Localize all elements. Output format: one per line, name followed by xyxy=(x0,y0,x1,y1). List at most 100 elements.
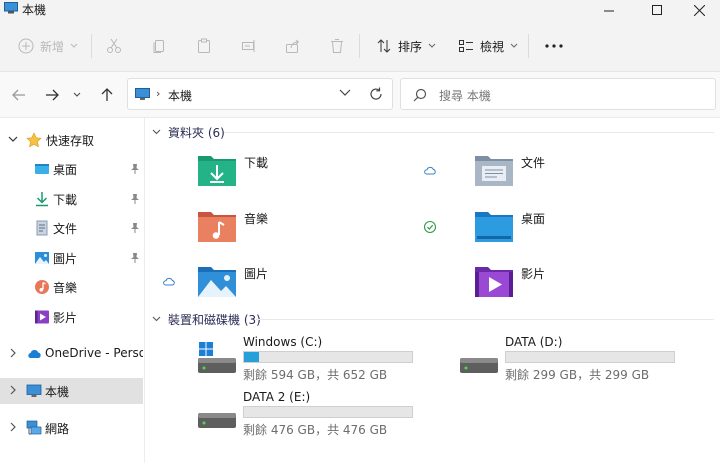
sidebar-item-label: 網路 xyxy=(45,422,70,436)
arrow-right-icon xyxy=(46,89,59,101)
pin-icon[interactable] xyxy=(130,163,140,175)
more-options-button[interactable] xyxy=(545,34,563,58)
sidebar-item-videos[interactable]: 影片 xyxy=(0,304,143,330)
close-button[interactable] xyxy=(676,0,720,20)
search-icon xyxy=(413,88,427,102)
documents-folder-icon xyxy=(475,156,513,186)
trash-icon xyxy=(331,39,343,53)
title-bar: 本機 xyxy=(0,0,720,20)
folders-group-header[interactable]: 資料夾 (6) xyxy=(152,124,225,140)
sidebar-item-music[interactable]: 音樂 xyxy=(0,274,143,300)
chevron-down-icon[interactable] xyxy=(339,89,351,97)
desktop-folder-icon xyxy=(475,212,513,242)
download-folder-icon xyxy=(198,156,236,186)
content-area: 資料夾 (6) 下載 文件 音樂 桌面 圖片 影片 裝置和磁碟機 (3) Win… xyxy=(146,118,720,463)
folder-name: 影片 xyxy=(521,267,546,281)
close-icon xyxy=(693,4,705,16)
document-icon xyxy=(36,220,48,236)
search-input[interactable]: 搜尋 本機 xyxy=(439,87,491,104)
storage-bar-fill xyxy=(244,352,260,362)
sidebar-item-label: 圖片 xyxy=(53,252,78,266)
picture-icon xyxy=(35,252,49,264)
share-button[interactable] xyxy=(285,34,301,58)
pictures-folder-icon xyxy=(198,267,236,297)
cut-button[interactable] xyxy=(106,34,122,58)
separator xyxy=(528,34,529,58)
chevron-right-icon[interactable] xyxy=(8,422,18,432)
sidebar-item-pictures[interactable]: 圖片 xyxy=(0,245,143,271)
sidebar-item-label: 音樂 xyxy=(53,281,78,295)
chevron-down-icon xyxy=(152,129,161,135)
sort-button[interactable]: 排序 xyxy=(376,34,436,58)
copy-button[interactable] xyxy=(151,34,167,58)
folder-tile-desktop[interactable]: 桌面 xyxy=(423,206,683,250)
drive-tile-c[interactable]: Windows (C:) 剩餘 594 GB，共 652 GB xyxy=(146,335,413,387)
cloud-icon xyxy=(163,277,175,286)
breadcrumb-separator-icon: › xyxy=(156,87,161,100)
view-list-icon xyxy=(459,40,473,52)
rename-icon xyxy=(242,40,255,52)
search-box[interactable]: 搜尋 本機 xyxy=(400,78,716,110)
sidebar-item-this-pc[interactable]: 本機 xyxy=(0,378,143,404)
back-button[interactable] xyxy=(8,84,30,106)
sidebar-item-label: 下載 xyxy=(53,193,78,207)
rename-button[interactable] xyxy=(241,34,257,58)
folder-tile-documents[interactable]: 文件 xyxy=(423,150,683,194)
recent-locations-button[interactable] xyxy=(69,84,85,106)
copy-icon xyxy=(153,40,164,53)
new-button[interactable]: 新增 xyxy=(18,34,78,58)
breadcrumb-this-pc[interactable]: 本機 xyxy=(168,87,192,104)
refresh-icon[interactable] xyxy=(369,87,383,101)
folder-name: 圖片 xyxy=(244,267,269,281)
drive-tile-e[interactable]: DATA 2 (E:) 剩餘 476 GB，共 476 GB xyxy=(146,390,413,442)
forward-button[interactable] xyxy=(41,84,63,106)
folder-tile-pictures[interactable]: 圖片 xyxy=(162,261,422,305)
drive-tile-d[interactable]: DATA (D:) 剩餘 299 GB，共 299 GB xyxy=(408,335,675,387)
sidebar-item-desktop[interactable]: 桌面 xyxy=(0,156,143,182)
address-bar[interactable]: › 本機 xyxy=(127,78,393,110)
sidebar-item-network[interactable]: 網路 xyxy=(0,415,143,441)
scissors-icon xyxy=(107,38,121,53)
share-icon xyxy=(286,39,300,53)
window-title: 本機 xyxy=(22,3,47,17)
chevron-right-icon[interactable] xyxy=(8,348,18,358)
chevron-down-icon xyxy=(70,43,78,48)
pin-icon[interactable] xyxy=(130,252,140,264)
paste-button[interactable] xyxy=(196,34,212,58)
new-label: 新增 xyxy=(40,39,65,54)
sidebar-item-label: OneDrive - Persona xyxy=(45,346,143,360)
folder-tile-music[interactable]: 音樂 xyxy=(146,206,406,250)
this-pc-icon xyxy=(26,384,42,397)
view-button[interactable]: 檢視 xyxy=(458,34,518,58)
sidebar-item-onedrive[interactable]: OneDrive - Persona xyxy=(0,341,143,367)
plus-circle-icon xyxy=(18,38,34,54)
group-label: 裝置和磁碟機 (3) xyxy=(168,312,261,327)
clipboard-icon xyxy=(198,38,210,53)
folder-name: 桌面 xyxy=(521,212,546,226)
maximize-button[interactable] xyxy=(634,0,680,20)
delete-button[interactable] xyxy=(329,34,345,58)
minimize-button[interactable] xyxy=(586,0,632,20)
music-icon xyxy=(35,280,49,294)
chevron-down-icon[interactable] xyxy=(8,134,18,144)
arrow-left-icon xyxy=(12,89,25,101)
videos-folder-icon xyxy=(475,267,513,297)
pin-icon[interactable] xyxy=(130,222,140,234)
sidebar-item-downloads[interactable]: 下載 xyxy=(0,186,143,212)
sidebar-item-label: 影片 xyxy=(53,311,78,325)
sidebar-item-label: 桌面 xyxy=(53,163,78,177)
folder-tile-videos[interactable]: 影片 xyxy=(423,261,683,305)
chevron-right-icon[interactable] xyxy=(8,385,18,395)
sidebar-item-quick-access[interactable]: 快速存取 xyxy=(0,127,143,153)
storage-bar xyxy=(505,351,675,363)
up-button[interactable] xyxy=(96,84,118,106)
drives-group-header[interactable]: 裝置和磁碟機 (3) xyxy=(152,311,261,327)
folder-tile-downloads[interactable]: 下載 xyxy=(146,150,406,194)
view-label: 檢視 xyxy=(480,39,505,54)
drive-free-space: 剩餘 299 GB，共 299 GB xyxy=(505,368,650,382)
storage-bar xyxy=(243,351,413,363)
pin-icon[interactable] xyxy=(130,193,140,205)
music-folder-icon xyxy=(198,212,236,242)
this-pc-icon xyxy=(4,2,18,14)
sidebar-item-documents[interactable]: 文件 xyxy=(0,215,143,241)
